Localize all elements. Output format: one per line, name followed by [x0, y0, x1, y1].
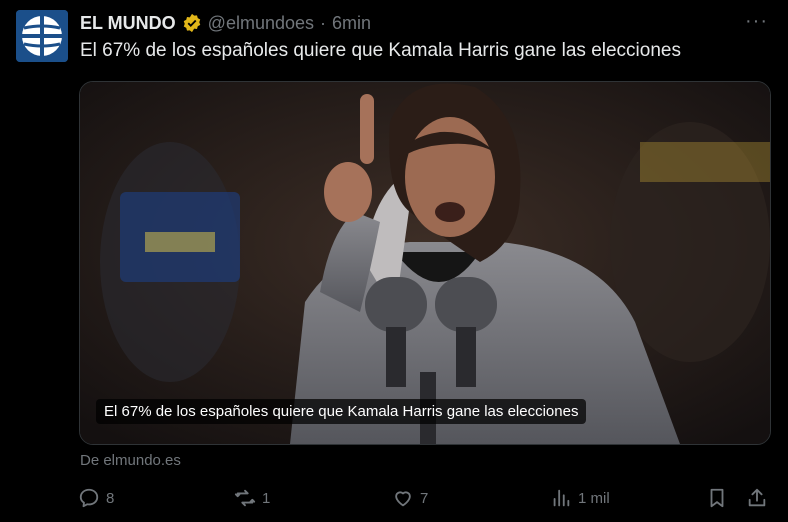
share-button[interactable]	[746, 487, 768, 509]
tweet-actions: 8 1 7 1 mil	[78, 487, 772, 515]
reply-count: 8	[106, 489, 115, 507]
bookmark-button[interactable]	[706, 487, 728, 509]
el-mundo-logo-icon	[16, 10, 68, 62]
views-icon	[553, 489, 570, 507]
like-button[interactable]: 7	[392, 487, 428, 509]
reply-icon	[79, 488, 99, 508]
retweet-icon	[234, 489, 256, 507]
view-count: 1 mil	[578, 489, 610, 507]
retweet-button[interactable]: 1	[234, 487, 270, 509]
link-source[interactable]: De elmundo.es	[80, 452, 181, 469]
timestamp[interactable]: 6min	[332, 13, 371, 34]
heart-icon	[395, 491, 411, 507]
tweet-header: EL MUNDO @elmundoes · 6min ···	[80, 10, 768, 34]
views-button[interactable]: 1 mil	[550, 487, 610, 509]
tweet-media[interactable]: El 67% de los españoles quiere que Kamal…	[79, 81, 771, 445]
separator-dot: ·	[320, 12, 327, 33]
bookmark-icon	[710, 488, 724, 508]
account-handle[interactable]: @elmundoes	[208, 13, 314, 34]
reply-button[interactable]: 8	[78, 487, 114, 509]
tweet-text: El 67% de los españoles quiere que Kamal…	[80, 40, 681, 61]
speaker-photo	[80, 82, 770, 444]
more-options-icon[interactable]: ···	[745, 10, 768, 33]
like-count: 7	[420, 489, 429, 507]
avatar[interactable]	[16, 10, 68, 62]
verified-badge-icon	[183, 13, 200, 33]
media-caption: El 67% de los españoles quiere que Kamal…	[96, 399, 587, 424]
account-name[interactable]: EL MUNDO	[80, 13, 176, 34]
retweet-count: 1	[262, 489, 271, 507]
share-icon	[748, 488, 766, 507]
